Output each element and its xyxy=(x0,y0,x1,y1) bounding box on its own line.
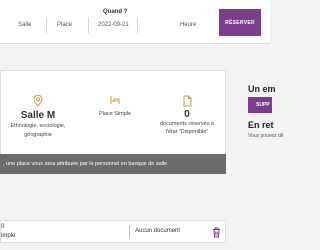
reservation-seat-number: 0 xyxy=(1,224,5,230)
reservation-place-type: imple xyxy=(1,233,16,239)
sidebar-title: Un em xyxy=(248,84,276,94)
room-name: Salle M xyxy=(20,110,56,121)
location-pin-icon xyxy=(33,95,43,107)
time-field[interactable]: Heure xyxy=(180,22,196,28)
place-type-info: Place Simple xyxy=(89,95,141,117)
field-divider xyxy=(46,17,47,33)
seat-icon xyxy=(110,96,120,104)
room-description-line1: Ethnologie, sociologie, xyxy=(10,123,66,129)
room-description-line2: géographie xyxy=(24,132,52,138)
documents-count: 0 xyxy=(184,109,190,120)
documents-description-line1: documents réservés à xyxy=(159,121,215,127)
field-divider xyxy=(88,17,89,33)
room-info: Salle M Ethnologie, sociologie, géograph… xyxy=(4,95,72,139)
document-icon xyxy=(183,95,191,107)
trash-icon xyxy=(212,227,220,238)
place-field[interactable]: Place xyxy=(57,22,72,28)
delete-button[interactable]: SUPP xyxy=(248,97,272,113)
top-search-bar: Quand ? Salle Place 2022-09-21 Heure RÉS… xyxy=(0,0,270,44)
row-divider xyxy=(129,225,130,238)
documents-info: 0 documents réservés à l'état "Disponibl… xyxy=(155,95,219,136)
reservation-documents: Aucun document xyxy=(135,228,181,234)
sidebar-text: Vous pouvez dé xyxy=(248,133,284,139)
room-field[interactable]: Salle xyxy=(18,22,31,28)
sidebar-subtitle: En ret xyxy=(248,120,274,130)
when-title: Quand ? xyxy=(103,9,128,15)
place-type-label: Place Simple xyxy=(98,111,132,117)
documents-description-line2: l'état "Disponible" xyxy=(165,129,209,135)
reservation-row: 0 imple Aucun document xyxy=(0,220,226,243)
delete-reservation-button[interactable] xyxy=(210,226,222,239)
date-field[interactable]: 2022-09-21 xyxy=(98,22,129,28)
reserve-button[interactable]: RÉSERVER xyxy=(219,9,261,36)
field-divider xyxy=(137,17,138,33)
assignment-notice: , une place vous sera attribuée par le p… xyxy=(0,154,226,174)
